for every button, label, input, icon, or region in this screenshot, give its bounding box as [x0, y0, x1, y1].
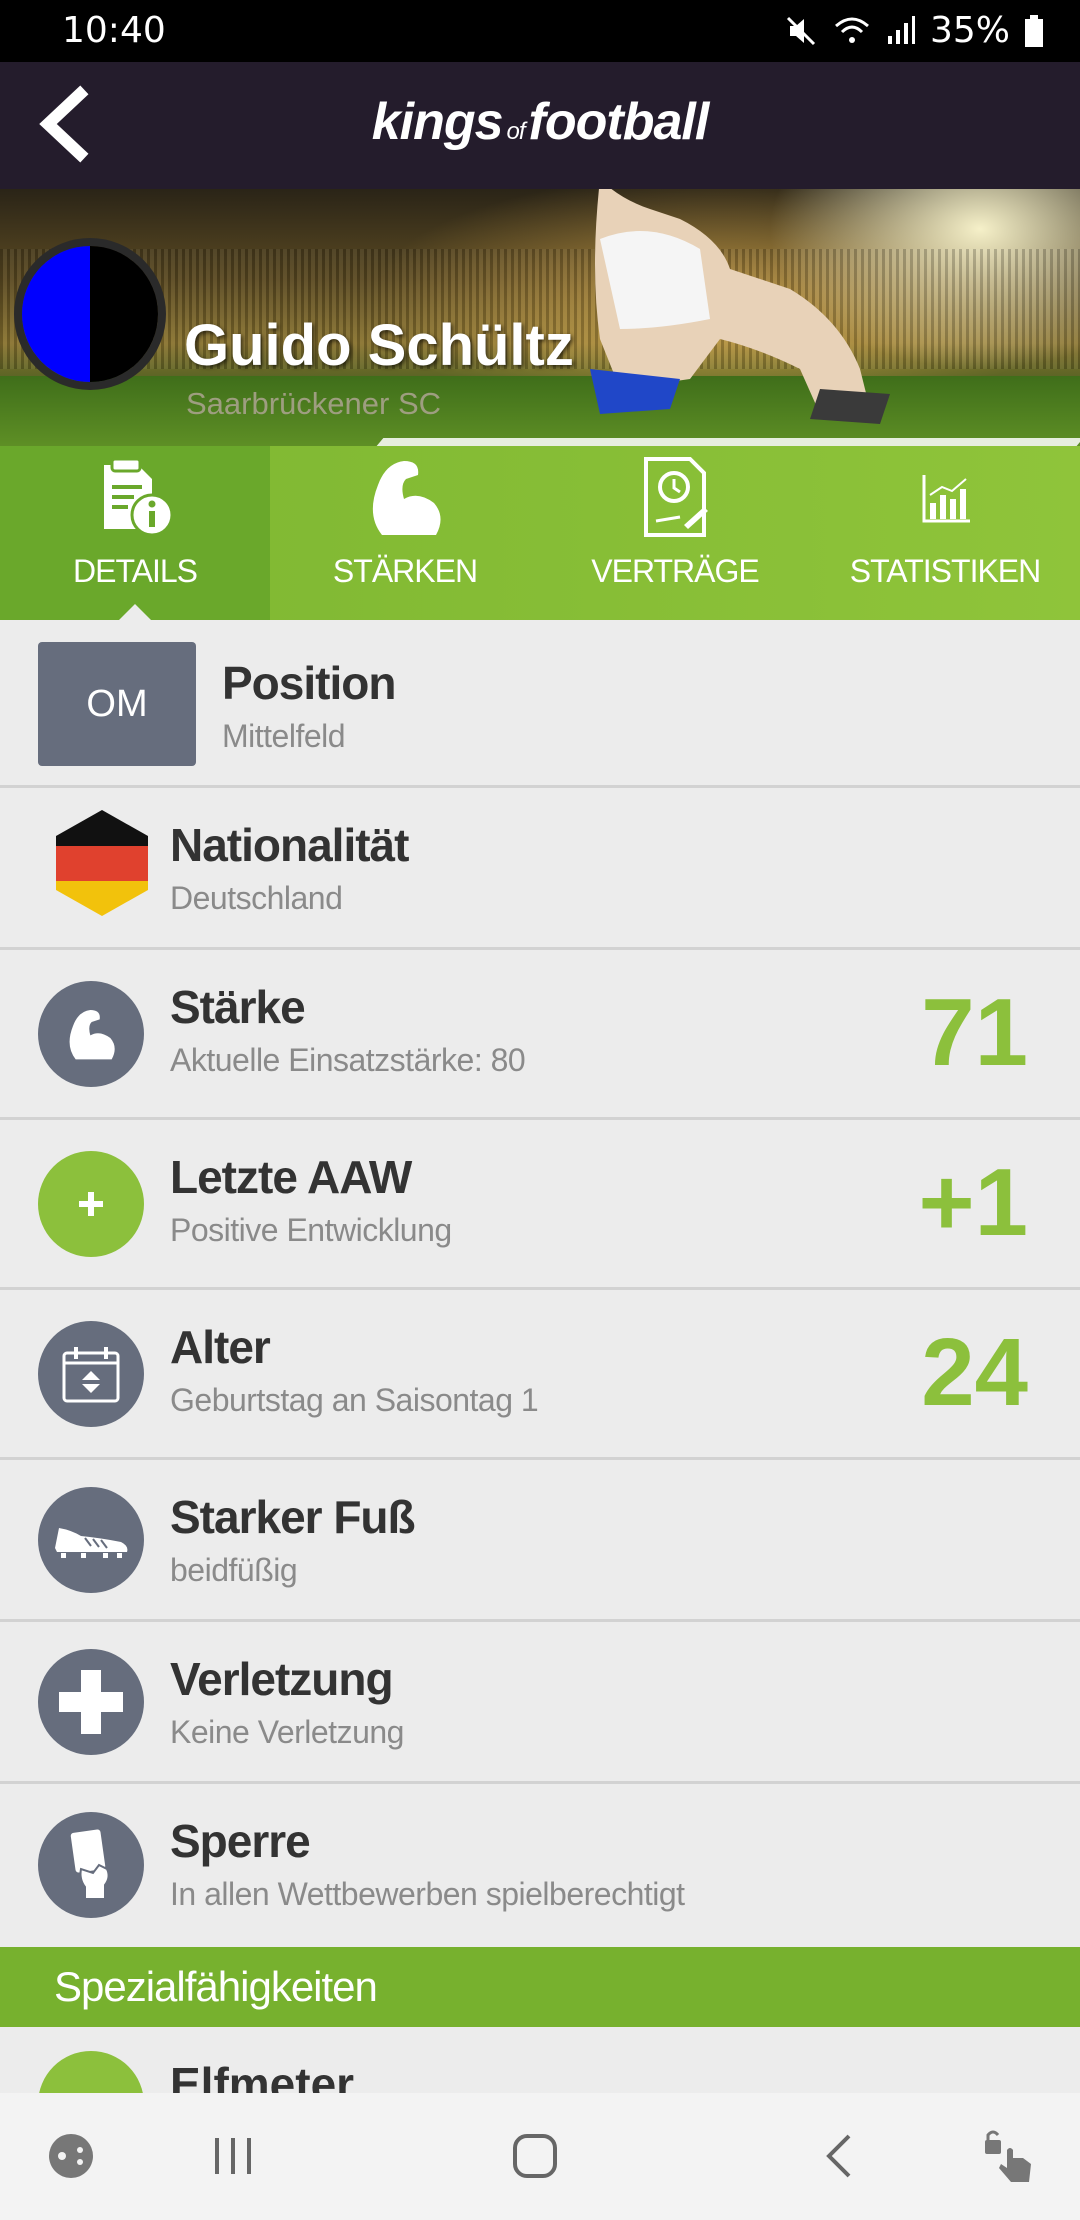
logo-of: of: [506, 118, 526, 145]
player-club[interactable]: Saarbrückener SC: [186, 386, 441, 422]
biceps-icon: [372, 461, 441, 535]
calendar-icon: [62, 1346, 120, 1402]
last-aaw-title: Letzte AAW: [170, 1151, 412, 1203]
crest-left: [22, 246, 90, 382]
contract-clock-icon: [644, 457, 708, 537]
status-bar: 10:40 35%: [0, 0, 1080, 62]
card-hand-icon: [70, 1829, 110, 1900]
nav-back-button[interactable]: [806, 2123, 872, 2189]
position-value: Mittelfeld: [222, 718, 346, 754]
last-aaw-sub: Positive Entwicklung: [170, 1212, 452, 1248]
plus-icon: [79, 1191, 103, 1216]
suspension-icon-circle: [38, 1812, 144, 1918]
special-abilities-header: Spezialfähigkeiten: [0, 1947, 1080, 2027]
home-button[interactable]: [502, 2123, 568, 2189]
screen-lock-button[interactable]: [976, 2123, 1042, 2189]
age-title: Alter: [170, 1321, 271, 1373]
position-badge: OM: [38, 642, 196, 766]
document-info-icon: [104, 457, 174, 537]
player-name: Guido Schültz: [184, 313, 574, 378]
status-icons: 35%: [784, 10, 1044, 51]
strength-sub: Aktuelle Einsatzstärke: 80: [170, 1042, 526, 1078]
list-item-position: OM Position Mittelfeld: [0, 620, 1080, 788]
plus-icon-circle: [38, 1150, 144, 1257]
nationality-value: Deutschland: [170, 880, 343, 916]
battery-icon: [1025, 14, 1043, 47]
club-crest: [14, 238, 166, 390]
injury-sub: Keine Verletzung: [170, 1714, 404, 1750]
football-boot-icon: [55, 1527, 128, 1558]
tab-statistiken[interactable]: STATISTIKEN: [810, 446, 1080, 620]
strength-title: Stärke: [170, 981, 306, 1033]
app-bar: kings offootball: [0, 62, 1080, 189]
system-nav-bar: [0, 2093, 1080, 2220]
bar-chart-icon: [922, 475, 970, 523]
list-item-strength: Stärke Aktuelle Einsatzstärke: 80 71: [0, 950, 1080, 1120]
age-sub: Geburtstag an Saisontag 1: [170, 1382, 539, 1418]
app-logo: kings offootball: [0, 92, 1080, 152]
biceps-icon: [69, 1009, 115, 1059]
list-item-special[interactable]: Elfmeter: [0, 2027, 1080, 2093]
tab-details-label: DETAILS: [73, 553, 198, 589]
wifi-icon: [834, 17, 869, 43]
list-item-suspension: Sperre In allen Wettbewerben spielberech…: [0, 1784, 1080, 1946]
battery-percent: 35%: [929, 10, 1010, 51]
tab-bar: DETAILS STÄRKEN VERTRÄGE STATISTIKEN: [0, 446, 1080, 620]
penalty-goal-icon: [38, 2051, 144, 2093]
tab-vertraege[interactable]: VERTRÄGE: [540, 446, 810, 620]
germany-flag-icon: [56, 810, 148, 916]
list-item-last-aaw: Letzte AAW Positive Entwicklung +1: [0, 1120, 1080, 1290]
injury-icon-circle: [38, 1648, 144, 1755]
list-item-age: Alter Geburtstag an Saisontag 1 24: [0, 1290, 1080, 1460]
strength-value: 71: [921, 979, 1028, 1086]
list-item-nationality: Nationalität Deutschland: [0, 788, 1080, 950]
foot-title: Starker Fuß: [170, 1491, 416, 1543]
injury-title: Verletzung: [170, 1653, 394, 1705]
recent-apps-button[interactable]: [200, 2123, 266, 2189]
position-title: Position: [222, 657, 396, 709]
signal-icon: [887, 15, 915, 44]
list-item-injury: Verletzung Keine Verletzung: [0, 1622, 1080, 1784]
logo-football: football: [528, 93, 710, 151]
mute-icon: [786, 16, 816, 45]
strength-icon-circle: [38, 980, 144, 1087]
medical-cross-icon: [59, 1669, 123, 1734]
details-list: OM Position Mittelfeld Nationalität Deut…: [0, 620, 1080, 1946]
tab-staerken[interactable]: STÄRKEN: [270, 446, 540, 620]
tab-vertraege-label: VERTRÄGE: [591, 553, 759, 589]
age-icon-circle: [38, 1320, 144, 1427]
recent-apps-icon: [215, 2138, 251, 2174]
special-item-title: Elfmeter: [170, 2058, 355, 2093]
suspension-title: Sperre: [170, 1815, 311, 1867]
tab-staerken-label: STÄRKEN: [332, 553, 478, 589]
nav-back-icon: [826, 2134, 851, 2178]
kneeling-player-image: [590, 189, 890, 424]
nationality-title: Nationalität: [170, 819, 409, 871]
crest-right: [90, 246, 158, 382]
game-launcher-button[interactable]: [38, 2123, 104, 2189]
pitch-line: [376, 438, 1080, 446]
home-icon: [513, 2134, 557, 2178]
game-controller-icon: [49, 2134, 93, 2178]
logo-kings: kings: [371, 93, 504, 151]
tab-statistiken-label: STATISTIKEN: [849, 553, 1041, 589]
last-aaw-value: +1: [918, 1149, 1028, 1256]
foot-sub: beidfüßig: [170, 1552, 298, 1588]
list-item-foot: Starker Fuß beidfüßig: [0, 1460, 1080, 1622]
tab-details[interactable]: DETAILS: [0, 446, 270, 620]
touch-lock-icon: [985, 2130, 1031, 2182]
status-time: 10:40: [62, 10, 166, 51]
suspension-sub: In allen Wettbewerben spielberechtigt: [170, 1876, 685, 1912]
foot-icon-circle: [38, 1486, 144, 1593]
age-value: 24: [921, 1319, 1028, 1426]
